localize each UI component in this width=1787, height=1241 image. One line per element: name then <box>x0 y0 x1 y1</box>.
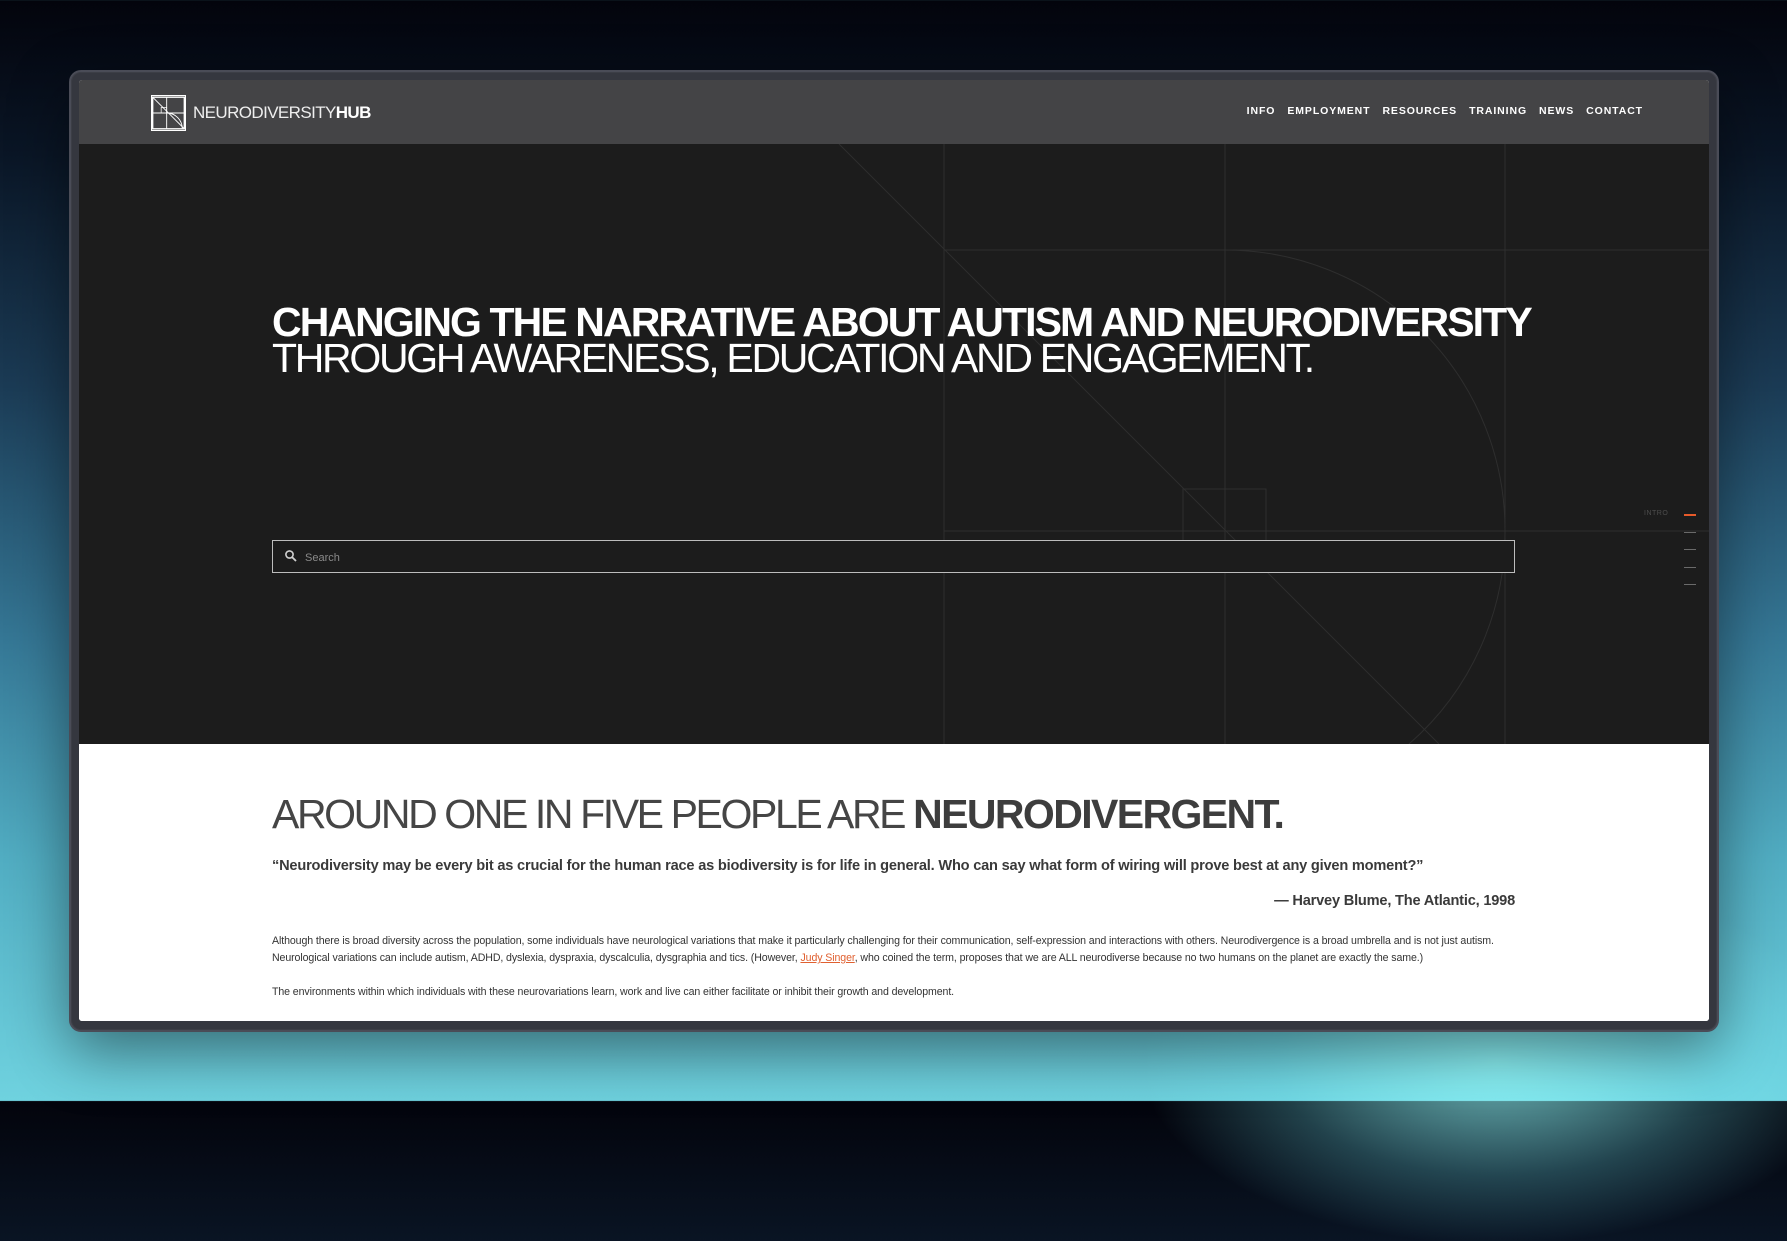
hero-section: CHANGING THE NARRATIVE ABOUT AUTISM AND … <box>79 144 1709 744</box>
intro-section: AROUND ONE IN FIVE PEOPLE ARE NEURODIVER… <box>79 744 1709 1021</box>
section-indicator-3[interactable] <box>1684 549 1696 550</box>
nav-item-news[interactable]: NEWS <box>1539 105 1574 117</box>
nav-item-contact[interactable]: CONTACT <box>1586 105 1643 117</box>
hero-subheadline: THROUGH AWARENESS, EDUCATION AND ENGAGEM… <box>272 335 1315 381</box>
nav-item-resources[interactable]: RESOURCES <box>1382 105 1457 117</box>
environment-paragraph: The environments within which individual… <box>272 986 955 998</box>
hero-geometric-lines <box>838 144 1709 744</box>
quote-text: “Neurodiversity may be every bit as cruc… <box>272 858 1424 874</box>
judy-singer-link[interactable]: Judy Singer <box>800 952 854 964</box>
section-indicator-5[interactable] <box>1684 584 1696 585</box>
nav-item-training[interactable]: TRAINING <box>1469 105 1527 117</box>
logo-mark-icon <box>151 95 186 131</box>
section-indicator-4[interactable] <box>1684 567 1696 568</box>
quote-attribution: — Harvey Blume, The Atlantic, 1998 <box>1274 893 1515 909</box>
stat-heading-light: AROUND ONE IN FIVE PEOPLE ARE <box>272 791 914 837</box>
site-logo[interactable]: NEURODIVERSITYHUB <box>151 95 371 131</box>
intro-paragraph: Although there is broad diversity across… <box>272 933 1515 967</box>
browser-viewport: NEURODIVERSITYHUB INFO EMPLOYMENT RESOUR… <box>79 80 1709 1021</box>
search-input[interactable] <box>303 541 1507 574</box>
search-icon <box>285 550 297 562</box>
logo-text-light: NEURODIVERSITY <box>193 103 336 122</box>
section-indicator-intro[interactable] <box>1684 514 1696 516</box>
logo-text-bold: HUB <box>335 103 372 122</box>
intro-paragraph-text-2: , who coined the term, proposes that we … <box>854 952 1424 964</box>
logo-wordmark: NEURODIVERSITYHUB <box>193 103 371 123</box>
stat-heading-bold: NEURODIVERGENT. <box>913 791 1285 837</box>
section-indicator-label: INTRO <box>1644 510 1669 517</box>
main-menu: INFO EMPLOYMENT RESOURCES TRAINING NEWS … <box>1247 105 1643 117</box>
stat-heading: AROUND ONE IN FIVE PEOPLE ARE NEURODIVER… <box>272 791 1285 837</box>
top-navigation: NEURODIVERSITYHUB INFO EMPLOYMENT RESOUR… <box>79 80 1709 144</box>
search-bar <box>272 540 1515 574</box>
nav-item-employment[interactable]: EMPLOYMENT <box>1287 105 1370 117</box>
nav-item-info[interactable]: INFO <box>1247 105 1276 117</box>
section-indicator-2[interactable] <box>1684 532 1696 533</box>
